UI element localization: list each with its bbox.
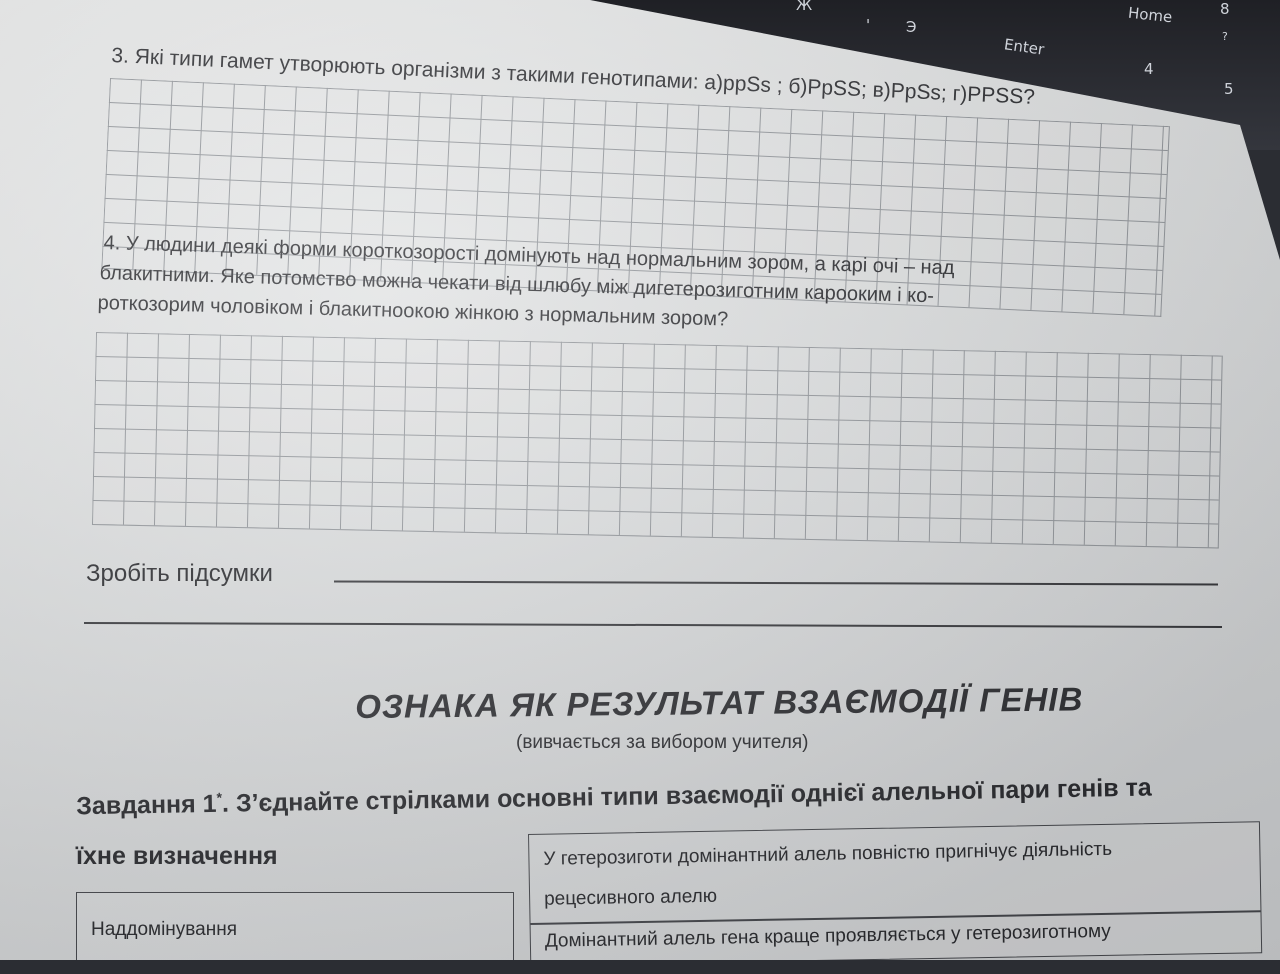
match-term-box[interactable]: Наддомінування xyxy=(76,892,514,960)
keyboard-key: 5 xyxy=(1224,80,1234,98)
task-1-instruction: . З’єднайте стрілками основні типи взаєм… xyxy=(221,773,1152,818)
keyboard-key: ? xyxy=(1222,30,1228,43)
task-1-heading: Завдання 1*. З’єднайте стрілками основні… xyxy=(76,773,1152,821)
keyboard-key: ' xyxy=(866,16,871,34)
worksheet-page: 3. Які типи гамет утворюють організми з … xyxy=(0,0,1280,960)
keyboard-key: Enter xyxy=(1002,35,1046,59)
match-definition-1-line-1: У гетерозиготи домінантний алель повніст… xyxy=(543,838,1113,870)
summary-answer-line[interactable] xyxy=(83,622,1222,628)
keyboard-key: Home xyxy=(1127,3,1174,27)
keyboard-key: 4 xyxy=(1144,60,1154,78)
task-1-prefix: Завдання 1 xyxy=(76,789,217,821)
match-term-label: Наддомінування xyxy=(91,919,238,940)
match-definition-2-line-1: Домінантний алель гена краще проявляєтьс… xyxy=(544,920,1111,952)
question-4-answer-grid[interactable] xyxy=(91,332,1223,549)
match-definition-1-line-2: рецесивного алелю xyxy=(543,885,718,910)
keyboard-key: Ж xyxy=(796,0,813,14)
keyboard-key: Э xyxy=(906,18,917,36)
summary-label: Зробіть підсумки xyxy=(86,560,273,587)
summary-answer-line[interactable] xyxy=(333,580,1219,586)
section-subtitle: (вивчається за вибором учителя) xyxy=(516,732,809,753)
section-title: ОЗНАКА ЯК РЕЗУЛЬТАТ ВЗАЄМОДІЇ ГЕНІВ xyxy=(355,680,1084,725)
match-definition-divider xyxy=(530,910,1261,925)
match-definition-box[interactable]: У гетерозиготи домінантний алель повніст… xyxy=(528,821,1263,960)
keyboard-key: 8 xyxy=(1220,0,1230,18)
task-1-heading-line-2: їхне визначення xyxy=(76,842,278,870)
